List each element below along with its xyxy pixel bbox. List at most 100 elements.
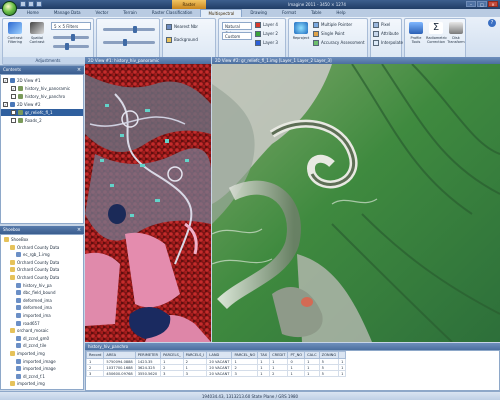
layer-visibility-checkbox[interactable]: ✓ bbox=[11, 86, 16, 91]
filter-mode-select[interactable]: 5 × 5 Filters bbox=[51, 22, 91, 30]
column-header[interactable]: PARCELS_ bbox=[160, 351, 184, 359]
view2-canvas[interactable] bbox=[212, 64, 500, 342]
shoebox-item[interactable]: imported_ima bbox=[1, 312, 51, 319]
multiple-pointer-option[interactable]: Multiple Pointer bbox=[313, 21, 352, 29]
column-header[interactable]: CREDIT bbox=[269, 351, 289, 359]
maximize-icon[interactable]: □ bbox=[477, 1, 487, 7]
shoebox-item[interactable]: road657 bbox=[1, 320, 40, 327]
layer-visibility-checkbox[interactable]: ✓ bbox=[11, 110, 16, 115]
green-band-select[interactable]: Layer 2 bbox=[255, 30, 278, 38]
sharpness-slider[interactable] bbox=[103, 26, 155, 33]
contents-layer-row[interactable]: ✓ 2D View #1 bbox=[1, 77, 83, 84]
shoebox-item[interactable]: dl_zcnd_tile bbox=[1, 342, 46, 349]
contents-layer-row[interactable]: Roads_2 bbox=[1, 117, 83, 124]
radiometric-correction-button[interactable]: Σ Radiometric Correction bbox=[426, 22, 447, 50]
tab-multispectral[interactable]: Multispectral bbox=[200, 9, 243, 17]
contrast-slider[interactable] bbox=[53, 43, 89, 50]
contents-close-icon[interactable]: × bbox=[76, 67, 82, 73]
table-cell: 3550.5620 bbox=[134, 370, 162, 377]
filter-icon bbox=[8, 22, 22, 34]
application-menu-button[interactable] bbox=[2, 1, 17, 16]
shoebox-item[interactable]: deformed_ima bbox=[1, 304, 52, 311]
interpolate-button[interactable]: Interpolate bbox=[373, 39, 403, 47]
shoebox-item[interactable]: Orchard County Data bbox=[1, 274, 59, 281]
accuracy-assessment-option[interactable]: Accuracy Assessment bbox=[313, 39, 365, 47]
attribute-button[interactable]: Attribute bbox=[373, 30, 399, 38]
shoebox-item-label: deformed_ima bbox=[23, 297, 52, 303]
window-title: Imagine 2011 - 3450 × 1274 bbox=[288, 2, 346, 7]
tab-vector[interactable]: Vector bbox=[89, 9, 116, 17]
redo-icon[interactable] bbox=[36, 1, 42, 7]
folder-icon bbox=[10, 351, 15, 356]
shoebox-item[interactable]: imported_image bbox=[1, 365, 56, 372]
contrast-filtering-button[interactable]: Contrast Filtering bbox=[5, 22, 25, 50]
shoebox-item[interactable]: ShoeBox bbox=[1, 236, 28, 243]
column-header[interactable] bbox=[338, 351, 347, 359]
reproject-button[interactable]: Reproject bbox=[291, 22, 311, 50]
undo-icon[interactable] bbox=[28, 1, 34, 7]
shoebox-item-label: Orchard County Data bbox=[17, 275, 60, 280]
layer-visibility-checkbox[interactable]: ✓ bbox=[3, 102, 8, 107]
shoebox-item[interactable]: dl_zcnd_gm0 bbox=[1, 335, 49, 342]
shoebox-item[interactable]: deformed_ima bbox=[1, 297, 52, 304]
shoebox-item[interactable]: Orchard County Data bbox=[1, 259, 59, 266]
tab-raster-classification[interactable]: Raster Classification bbox=[145, 9, 200, 17]
saturation-slider[interactable] bbox=[103, 39, 155, 46]
help-icon[interactable]: ? bbox=[488, 19, 496, 27]
background-option[interactable]: Background bbox=[166, 36, 198, 44]
contents-layer-label: history_hiv_panchro bbox=[25, 94, 66, 99]
column-header[interactable]: ZONING bbox=[318, 351, 340, 359]
layer-visibility-checkbox[interactable]: ✓ bbox=[3, 78, 8, 83]
tab-terrain[interactable]: Terrain bbox=[116, 9, 144, 17]
custom-bands-select[interactable]: Custom bbox=[222, 32, 252, 40]
tab-help[interactable]: Help bbox=[329, 9, 352, 17]
layer-visibility-checkbox[interactable] bbox=[11, 118, 16, 123]
spatial-contrast-button[interactable]: Spatial Contrast bbox=[27, 22, 47, 50]
disk-transform-button[interactable]: Disk Transform bbox=[446, 22, 466, 50]
contents-layer-row[interactable]: ✓ 2D View #2 bbox=[1, 101, 83, 108]
shoebox-item[interactable]: imported_img bbox=[1, 380, 45, 387]
brightness-slider[interactable] bbox=[53, 34, 89, 41]
column-header[interactable]: CALC bbox=[304, 351, 320, 359]
table-row[interactable]: 3 450600.09768 3550.5620 3 3 20 VACANT 3 1 2 1 1 5 1 bbox=[86, 370, 347, 377]
shoebox-item[interactable]: ec_rgb_1.img bbox=[1, 251, 50, 258]
tab-home[interactable]: Home bbox=[20, 9, 46, 17]
shoebox-item[interactable]: dl_zcnd_f.1 bbox=[1, 373, 45, 380]
contents-layer-row[interactable]: history_hiv_panchro bbox=[1, 93, 83, 100]
column-header[interactable]: LAND bbox=[206, 351, 233, 359]
single-point-option[interactable]: Single Point bbox=[313, 30, 345, 38]
save-icon[interactable] bbox=[20, 1, 26, 7]
shoebox-item[interactable]: Orchard County Data bbox=[1, 244, 59, 251]
file-icon bbox=[16, 358, 21, 364]
contents-layer-row[interactable]: ✓ gr_reliefc_fl_1 bbox=[1, 109, 83, 116]
tab-table[interactable]: Table bbox=[304, 9, 328, 17]
nearest-neighbor-option[interactable]: Nearest Nbr bbox=[166, 23, 198, 31]
shoebox-item[interactable]: history_hiv_pa bbox=[1, 282, 52, 289]
blue-band-select[interactable]: Layer 3 bbox=[255, 39, 278, 47]
shoebox-item[interactable]: dbc_field_bound bbox=[1, 289, 56, 296]
contents-layer-row[interactable]: ✓ history_hiv_panoramic bbox=[1, 85, 83, 92]
column-header[interactable]: PARCELS_I bbox=[182, 351, 208, 359]
column-header[interactable]: TAX bbox=[257, 351, 271, 359]
shoebox-item[interactable]: orchard_mosaic bbox=[1, 327, 49, 334]
column-header[interactable]: AREA bbox=[103, 351, 136, 359]
close-icon[interactable]: × bbox=[488, 1, 498, 7]
column-header[interactable]: PT_NO bbox=[287, 351, 306, 359]
minimize-icon[interactable]: – bbox=[466, 1, 476, 7]
tab-format[interactable]: Format bbox=[275, 9, 303, 17]
column-header[interactable]: PERIMETER bbox=[134, 351, 162, 359]
shoebox-item[interactable]: imported_image bbox=[1, 358, 56, 365]
view1-canvas[interactable] bbox=[85, 64, 211, 342]
profile-tools-button[interactable]: Profile Tools bbox=[406, 22, 426, 50]
band-combination-select[interactable]: Natural Colour bbox=[222, 22, 252, 36]
shoebox-item[interactable]: imported_img bbox=[1, 350, 45, 357]
pixel-button[interactable]: Pixel bbox=[373, 21, 390, 29]
column-header[interactable]: Record bbox=[86, 351, 105, 359]
layer-visibility-checkbox[interactable] bbox=[11, 94, 16, 99]
shoebox-close-icon[interactable]: × bbox=[76, 227, 82, 233]
column-header[interactable]: PARCEL_NO bbox=[231, 351, 259, 359]
shoebox-item[interactable]: Orchard County Data bbox=[1, 266, 59, 273]
red-band-select[interactable]: Layer 4 bbox=[255, 21, 278, 29]
tab-manage-data[interactable]: Manage Data bbox=[47, 9, 88, 17]
tab-drawing[interactable]: Drawing bbox=[243, 9, 274, 17]
